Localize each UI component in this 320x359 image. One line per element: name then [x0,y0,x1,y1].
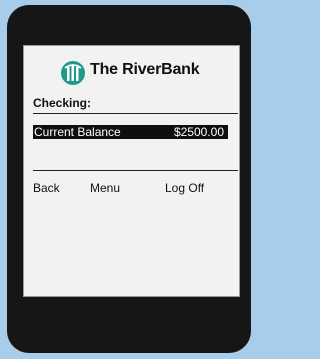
menu-button[interactable]: Menu [90,181,120,195]
divider-top [33,113,238,114]
bank-name: The RiverBank [90,61,200,78]
riverbank-logo-icon [61,61,85,85]
back-button[interactable]: Back [33,181,60,195]
divider-bottom [33,170,238,171]
balance-value: $2500.00 [173,125,224,139]
balance-row[interactable]: Current Balance $2500.00 [33,125,228,139]
balance-label: Current Balance [34,125,121,139]
account-section-title: Checking: [33,96,92,110]
logoff-button[interactable]: Log Off [165,181,204,195]
phone-screen [23,45,240,297]
